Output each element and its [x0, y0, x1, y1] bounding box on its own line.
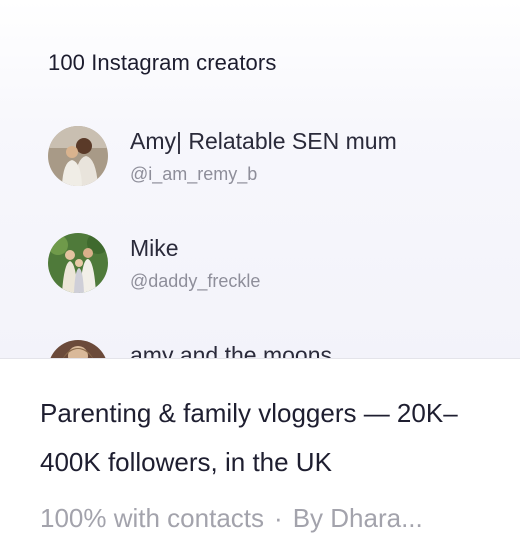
creator-item[interactable]: Mike @daddy_freckle — [48, 233, 488, 295]
list-card[interactable]: 100 Instagram creators Amy| Relatable SE… — [0, 0, 520, 560]
author-name: By Dhara... — [292, 503, 423, 533]
preview-title: 100 Instagram creators — [48, 50, 277, 75]
list-info: Parenting & family vloggers — 20K–400K f… — [0, 359, 520, 560]
avatar-photo-icon — [48, 126, 108, 186]
creator-handle: @daddy_freckle — [130, 271, 261, 291]
creator-name: Mike — [130, 235, 179, 261]
creator-name: amy and the moons — [130, 342, 333, 358]
contacts-stat: 100% with contacts — [40, 503, 265, 533]
list-title[interactable]: Parenting & family vloggers — 20K–400K f… — [40, 389, 490, 487]
avatar-photo-icon — [48, 233, 108, 293]
avatar — [48, 340, 108, 358]
creator-handle: @i_am_remy_b — [130, 164, 258, 184]
avatar — [48, 233, 108, 293]
avatar — [48, 126, 108, 186]
avatar-photo-icon — [48, 340, 108, 358]
creator-item[interactable]: amy and the moons — [48, 340, 488, 358]
meta-separator: · — [274, 503, 283, 533]
creator-item[interactable]: Amy| Relatable SEN mum @i_am_remy_b — [48, 126, 488, 188]
creator-name: Amy| Relatable SEN mum — [130, 128, 397, 154]
creators-preview: 100 Instagram creators Amy| Relatable SE… — [0, 0, 520, 358]
list-meta: 100% with contacts · By Dhara... — [40, 503, 500, 534]
